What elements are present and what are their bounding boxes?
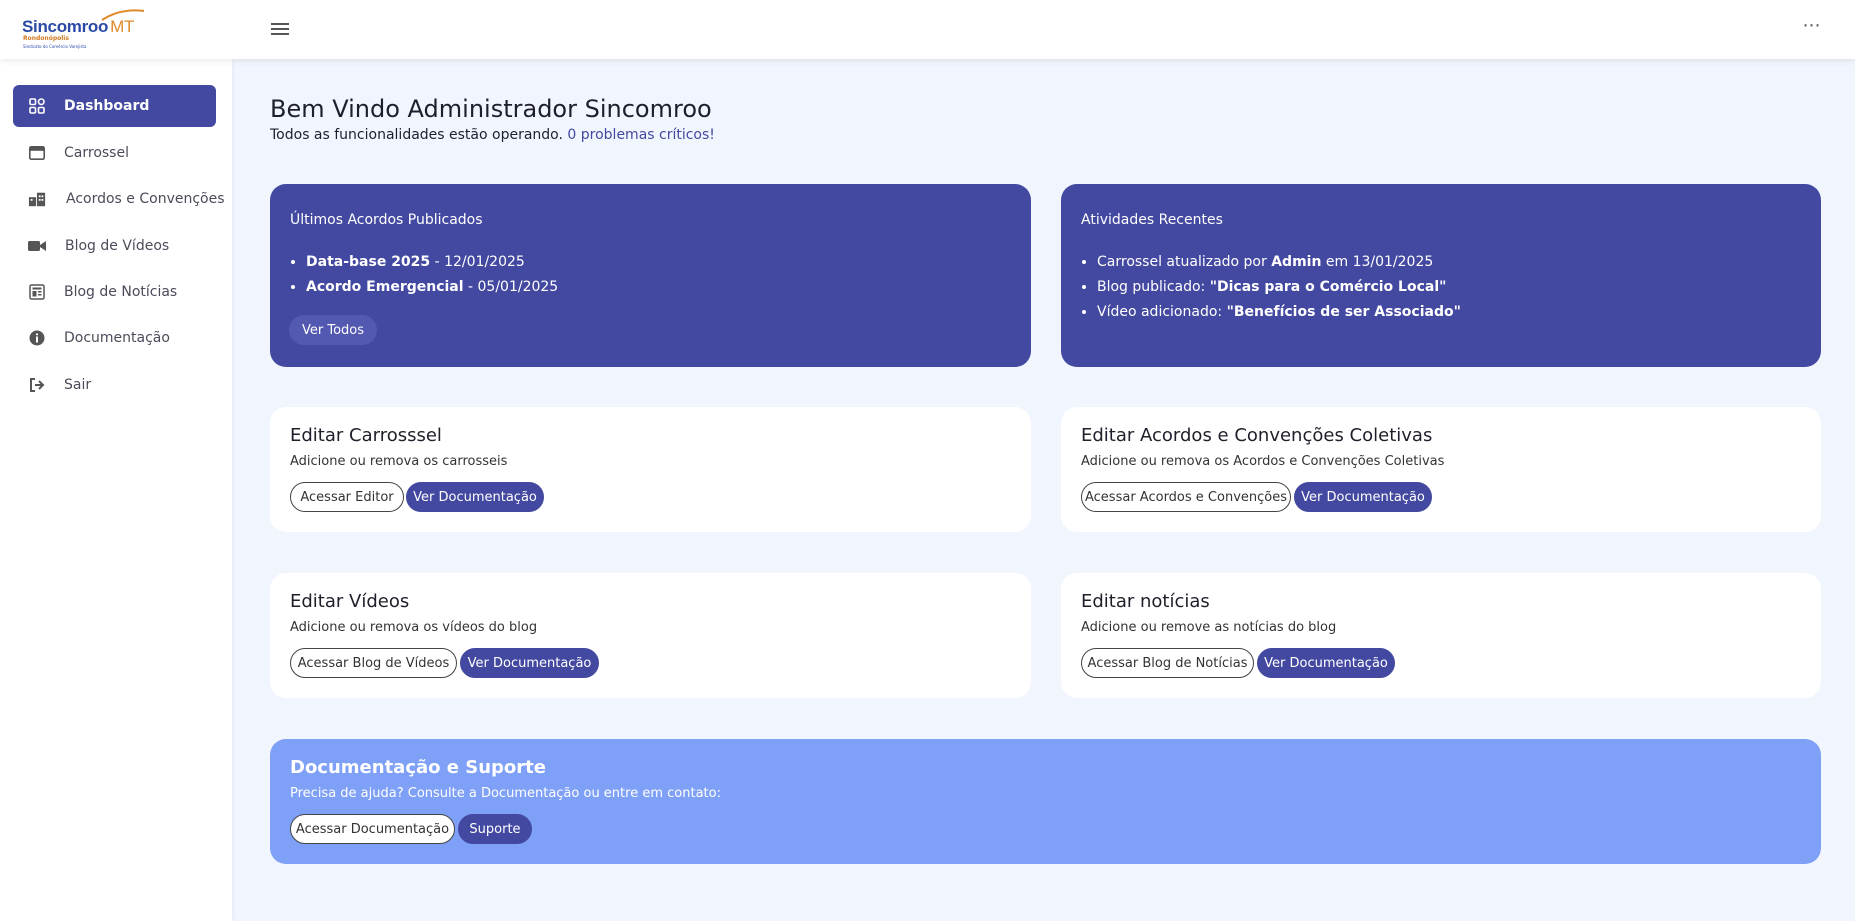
open-video-blog-button[interactable]: Acessar Blog de Vídeos bbox=[290, 648, 457, 678]
card-title: Editar Acordos e Convenções Coletivas bbox=[1081, 425, 1433, 446]
sidebar-item-label: Sair bbox=[64, 377, 92, 393]
sidebar-item-news-blog[interactable]: Blog de Notícias bbox=[13, 271, 216, 313]
sidebar-item-agreements[interactable]: Acordos e Convenções bbox=[13, 178, 225, 220]
recent-activity-card: Atividades Recentes Carrossel atualizado… bbox=[1061, 184, 1821, 367]
card-title: Documentação e Suporte bbox=[290, 757, 546, 778]
open-editor-button[interactable]: Acessar Editor bbox=[290, 482, 404, 512]
page-title: Bem Vindo Administrador Sincomroo bbox=[270, 95, 712, 123]
view-docs-button[interactable]: Ver Documentação bbox=[406, 482, 544, 512]
sidebar-item-video-blog[interactable]: Blog de Vídeos bbox=[13, 225, 216, 267]
sidebar-item-label: Carrossel bbox=[64, 145, 129, 161]
sidebar-item-carousel[interactable]: Carrossel bbox=[13, 132, 216, 174]
logo-city: Rondonópolis bbox=[23, 35, 69, 42]
sidebar: Dashboard Carrossel Acordos e Convenções… bbox=[0, 59, 232, 921]
logout-icon bbox=[28, 376, 46, 394]
view-all-button[interactable]: Ver Todos bbox=[289, 315, 377, 345]
sidebar-item-label: Acordos e Convenções bbox=[66, 191, 225, 207]
dashboard-grid-icon bbox=[28, 97, 46, 115]
buildings-icon bbox=[28, 190, 46, 208]
sincomroo-logo[interactable]: Sincomroo MT Rondonópolis Sindicato do Co… bbox=[22, 8, 145, 52]
edit-carousel-card: Editar Carrosssel Adicione ou remova os … bbox=[270, 407, 1031, 532]
view-docs-button[interactable]: Ver Documentação bbox=[1257, 648, 1395, 678]
card-title: Editar Vídeos bbox=[290, 591, 410, 612]
card-description: Precisa de ajuda? Consulte a Documentaçã… bbox=[290, 786, 721, 801]
edit-news-card: Editar notícias Adicione ou remove as no… bbox=[1061, 573, 1821, 698]
card-description: Adicione ou remova os Acordos e Convençõ… bbox=[1081, 454, 1445, 469]
edit-agreements-card: Editar Acordos e Convenções Coletivas Ad… bbox=[1061, 407, 1821, 532]
video-camera-icon bbox=[28, 237, 46, 255]
card-title: Editar Carrosssel bbox=[290, 425, 442, 446]
activity-list: Carrossel atualizado por Admin em 13/01/… bbox=[1097, 252, 1461, 327]
list-item: Carrossel atualizado por Admin em 13/01/… bbox=[1097, 252, 1461, 277]
sidebar-item-documentation[interactable]: Documentação bbox=[13, 317, 216, 359]
menu-toggle-icon[interactable] bbox=[270, 20, 290, 38]
sidebar-item-label: Documentação bbox=[64, 330, 170, 346]
support-card: Documentação e Suporte Precisa de ajuda?… bbox=[270, 739, 1821, 864]
logo-brand: Sincomroo MT bbox=[22, 17, 135, 36]
status-text: Todos as funcionalidades estão operando. bbox=[270, 127, 563, 143]
logo-tagline: Sindicato do Comércio Varejista bbox=[23, 44, 87, 49]
card-description: Adicione ou remove as notícias do blog bbox=[1081, 620, 1337, 635]
list-item: Acordo Emergencial - 05/01/2025 bbox=[306, 277, 558, 302]
support-button[interactable]: Suporte bbox=[458, 814, 532, 844]
sidebar-item-logout[interactable]: Sair bbox=[13, 364, 216, 406]
info-icon bbox=[28, 329, 46, 347]
card-title: Editar notícias bbox=[1081, 591, 1210, 612]
status-message: Todos as funcionalidades estão operando.… bbox=[270, 127, 715, 143]
view-docs-button[interactable]: Ver Documentação bbox=[1294, 482, 1432, 512]
view-docs-button[interactable]: Ver Documentação bbox=[460, 648, 599, 678]
edit-videos-card: Editar Vídeos Adicione ou remova os víde… bbox=[270, 573, 1031, 698]
card-description: Adicione ou remova os carrosseis bbox=[290, 454, 508, 469]
list-item: Vídeo adicionado: "Benefícios de ser Ass… bbox=[1097, 302, 1461, 327]
sidebar-item-label: Blog de Notícias bbox=[64, 284, 178, 300]
card-title: Últimos Acordos Publicados bbox=[290, 212, 483, 228]
newspaper-icon bbox=[28, 283, 46, 301]
more-options-icon[interactable]: ⋯ bbox=[1800, 16, 1824, 40]
list-item: Blog publicado: "Dicas para o Comércio L… bbox=[1097, 277, 1461, 302]
open-agreements-button[interactable]: Acessar Acordos e Convenções bbox=[1081, 482, 1291, 512]
critical-problems-link[interactable]: 0 problemas críticos! bbox=[567, 127, 715, 143]
sidebar-item-label: Dashboard bbox=[64, 98, 150, 114]
sidebar-item-dashboard[interactable]: Dashboard bbox=[13, 85, 216, 127]
top-bar: Sincomroo MT Rondonópolis Sindicato do Co… bbox=[0, 0, 1855, 59]
sidebar-item-label: Blog de Vídeos bbox=[65, 238, 170, 254]
agreements-list: Data-base 2025 - 12/01/2025 Acordo Emerg… bbox=[306, 252, 558, 302]
open-news-blog-button[interactable]: Acessar Blog de Notícias bbox=[1081, 648, 1254, 678]
card-description: Adicione ou remova os vídeos do blog bbox=[290, 620, 538, 635]
carousel-icon bbox=[28, 144, 46, 162]
list-item: Data-base 2025 - 12/01/2025 bbox=[306, 252, 558, 277]
open-documentation-button[interactable]: Acessar Documentação bbox=[290, 814, 455, 844]
latest-agreements-card: Últimos Acordos Publicados Data-base 202… bbox=[270, 184, 1031, 367]
card-title: Atividades Recentes bbox=[1081, 212, 1223, 228]
